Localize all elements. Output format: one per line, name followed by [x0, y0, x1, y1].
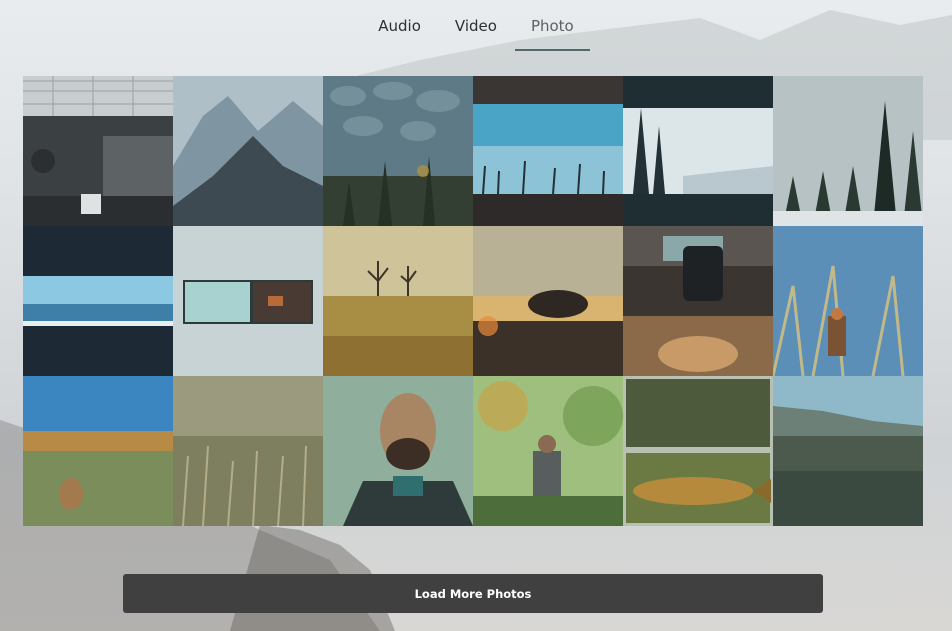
bare-trees-photo	[473, 76, 623, 226]
photo-tile[interactable]	[323, 76, 473, 226]
tab-audio[interactable]: Audio	[378, 0, 421, 35]
trout-photo	[623, 376, 773, 526]
load-more-photos-button[interactable]: Load More Photos	[123, 574, 823, 613]
stone-wall-photo	[323, 76, 473, 226]
photo-tile[interactable]	[473, 76, 623, 226]
golden-field-photo	[323, 226, 473, 376]
photo-tile[interactable]	[773, 76, 923, 226]
photo-tile[interactable]	[473, 376, 623, 526]
spruce-forest-photo	[773, 76, 923, 226]
photo-tile[interactable]	[773, 376, 923, 526]
tall-grass-photo	[773, 226, 923, 376]
photo-tile[interactable]	[173, 226, 323, 376]
photo-tile[interactable]	[323, 226, 473, 376]
photo-tile[interactable]	[623, 76, 773, 226]
media-tabs: Audio Video Photo	[0, 0, 952, 55]
dog-meadow-photo	[23, 376, 173, 526]
photo-tile[interactable]	[623, 376, 773, 526]
photo-tile[interactable]	[623, 226, 773, 376]
snowy-clearing-photo	[623, 76, 773, 226]
photo-tile[interactable]	[473, 226, 623, 376]
photo-tile[interactable]	[323, 376, 473, 526]
photo-grid	[23, 76, 923, 526]
tab-photo[interactable]: Photo	[515, 0, 590, 51]
selfie-photo	[323, 376, 473, 526]
valley-photo	[773, 376, 923, 526]
studio-dog-photo	[623, 226, 773, 376]
photo-tile[interactable]	[173, 76, 323, 226]
studio-photo	[23, 76, 173, 226]
wild-grass-photo	[173, 376, 323, 526]
photo-tile[interactable]	[773, 226, 923, 376]
photo-tile[interactable]	[173, 376, 323, 526]
window-view-photo	[173, 226, 323, 376]
tab-video[interactable]: Video	[455, 0, 497, 35]
photo-tile[interactable]	[23, 226, 173, 376]
mountains-photo	[173, 76, 323, 226]
photo-tile[interactable]	[23, 376, 173, 526]
lake-photo	[23, 226, 173, 376]
photo-tile[interactable]	[23, 76, 173, 226]
sunset-tree-photo	[473, 226, 623, 376]
hiker-photo	[473, 376, 623, 526]
